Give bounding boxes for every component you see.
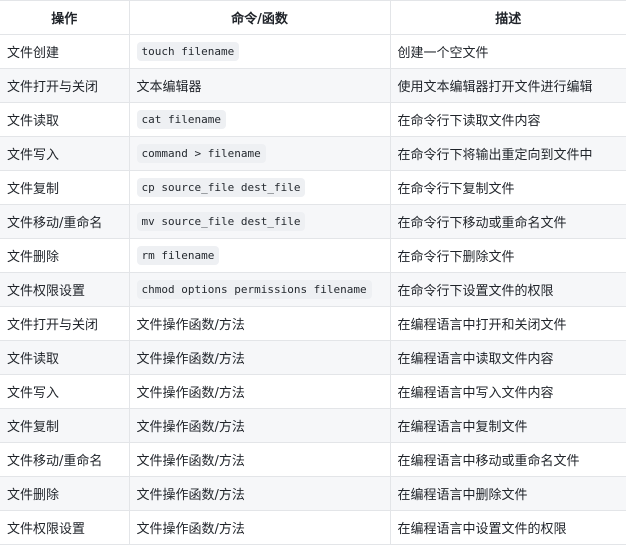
command-cell: 文本编辑器: [128, 68, 391, 103]
operation-cell: 文件复制: [0, 170, 130, 205]
table-row: 文件读取 文件操作函数/方法 在编程语言中读取文件内容: [0, 340, 626, 375]
command-cell: 文件操作函数/方法: [128, 476, 391, 511]
header-operation: 操作: [0, 0, 130, 35]
command-cell: 文件操作函数/方法: [128, 442, 391, 477]
command-cell: 文件操作函数/方法: [128, 408, 391, 443]
command-cell: chmod options permissions filename: [128, 272, 391, 307]
description-cell: 在编程语言中设置文件的权限: [389, 510, 626, 545]
header-description: 描述: [389, 0, 626, 35]
command-cell: cp source_file dest_file: [128, 170, 391, 205]
command-cell: 文件操作函数/方法: [128, 510, 391, 545]
table-row: 文件复制 cp source_file dest_file 在命令行下复制文件: [0, 170, 626, 205]
table-row: 文件写入 command > filename 在命令行下将输出重定向到文件中: [0, 136, 626, 171]
operation-cell: 文件打开与关闭: [0, 68, 130, 103]
operation-cell: 文件权限设置: [0, 272, 130, 307]
operation-cell: 文件移动/重命名: [0, 204, 130, 239]
command-cell: touch filename: [128, 34, 391, 69]
description-cell: 创建一个空文件: [389, 34, 626, 69]
operation-cell: 文件创建: [0, 34, 130, 69]
command-code: mv source_file dest_file: [136, 212, 306, 231]
command-cell: 文件操作函数/方法: [128, 306, 391, 341]
command-code: rm filename: [136, 246, 220, 265]
description-cell: 在命令行下删除文件: [389, 238, 626, 273]
header-row: 操作 命令/函数 描述: [0, 0, 626, 35]
operation-cell: 文件写入: [0, 374, 130, 409]
description-cell: 在编程语言中打开和关闭文件: [389, 306, 626, 341]
operation-cell: 文件复制: [0, 408, 130, 443]
table-row: 文件创建 touch filename 创建一个空文件: [0, 34, 626, 69]
description-cell: 在编程语言中移动或重命名文件: [389, 442, 626, 477]
command-code: chmod options permissions filename: [136, 280, 372, 299]
description-cell: 在编程语言中读取文件内容: [389, 340, 626, 375]
table-row: 文件移动/重命名 文件操作函数/方法 在编程语言中移动或重命名文件: [0, 442, 626, 477]
table-header: 操作 命令/函数 描述: [0, 0, 626, 35]
table-row: 文件删除 rm filename 在命令行下删除文件: [0, 238, 626, 273]
operation-cell: 文件删除: [0, 238, 130, 273]
description-cell: 使用文本编辑器打开文件进行编辑: [389, 68, 626, 103]
operation-cell: 文件移动/重命名: [0, 442, 130, 477]
command-cell: mv source_file dest_file: [128, 204, 391, 239]
command-cell: 文件操作函数/方法: [128, 374, 391, 409]
operation-cell: 文件权限设置: [0, 510, 130, 545]
table-row: 文件打开与关闭 文件操作函数/方法 在编程语言中打开和关闭文件: [0, 306, 626, 341]
command-code: cp source_file dest_file: [136, 178, 306, 197]
table-row: 文件读取 cat filename 在命令行下读取文件内容: [0, 102, 626, 137]
command-cell: cat filename: [128, 102, 391, 137]
command-cell: rm filename: [128, 238, 391, 273]
description-cell: 在编程语言中删除文件: [389, 476, 626, 511]
table-row: 文件复制 文件操作函数/方法 在编程语言中复制文件: [0, 408, 626, 443]
command-code: touch filename: [136, 42, 240, 61]
table-row: 文件权限设置 chmod options permissions filename…: [0, 272, 626, 307]
operation-cell: 文件打开与关闭: [0, 306, 130, 341]
description-cell: 在命令行下将输出重定向到文件中: [389, 136, 626, 171]
description-cell: 在命令行下移动或重命名文件: [389, 204, 626, 239]
table-row: 文件删除 文件操作函数/方法 在编程语言中删除文件: [0, 476, 626, 511]
file-operations-table: 操作 命令/函数 描述 文件创建 touch filename 创建一个空文件 文件打…: [0, 0, 626, 545]
description-cell: 在编程语言中复制文件: [389, 408, 626, 443]
description-cell: 在命令行下设置文件的权限: [389, 272, 626, 307]
operation-cell: 文件写入: [0, 136, 130, 171]
table-row: 文件打开与关闭 文本编辑器 使用文本编辑器打开文件进行编辑: [0, 68, 626, 103]
table-row: 文件写入 文件操作函数/方法 在编程语言中写入文件内容: [0, 374, 626, 409]
table-body: 文件创建 touch filename 创建一个空文件 文件打开与关闭 文本编辑器 使用文…: [0, 34, 626, 545]
command-code: cat filename: [136, 110, 226, 129]
description-cell: 在命令行下读取文件内容: [389, 102, 626, 137]
description-cell: 在命令行下复制文件: [389, 170, 626, 205]
operation-cell: 文件删除: [0, 476, 130, 511]
table-row: 文件移动/重命名 mv source_file dest_file 在命令行下移动或…: [0, 204, 626, 239]
command-cell: 文件操作函数/方法: [128, 340, 391, 375]
header-command: 命令/函数: [128, 0, 391, 35]
table-row: 文件权限设置 文件操作函数/方法 在编程语言中设置文件的权限: [0, 510, 626, 545]
operation-cell: 文件读取: [0, 340, 130, 375]
description-cell: 在编程语言中写入文件内容: [389, 374, 626, 409]
command-cell: command > filename: [128, 136, 391, 171]
command-code: command > filename: [136, 144, 266, 163]
operation-cell: 文件读取: [0, 102, 130, 137]
